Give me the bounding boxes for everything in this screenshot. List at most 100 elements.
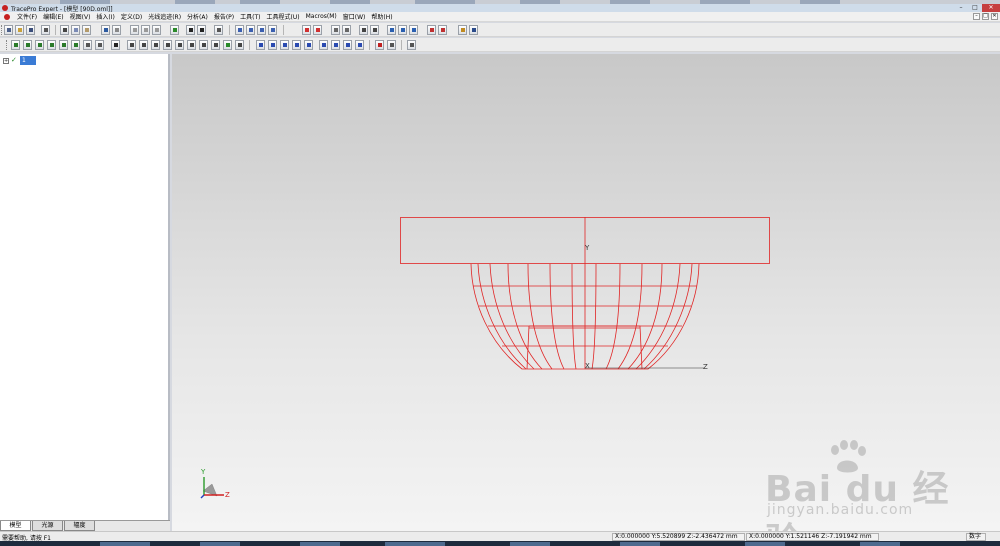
ray-histogram-icon[interactable] (370, 25, 379, 35)
menu-edit[interactable]: 编辑(E) (40, 12, 66, 21)
view-zx-icon[interactable] (151, 40, 160, 50)
menu-define[interactable]: 定义(D) (118, 12, 145, 21)
display-rays-icon[interactable] (256, 40, 265, 50)
bowl-meridian (527, 263, 553, 370)
display-sources-icon[interactable] (268, 40, 277, 50)
new-file-icon[interactable] (4, 25, 13, 35)
display-surfaces-icon[interactable] (280, 40, 289, 50)
tab-model[interactable]: 模型 (0, 521, 31, 531)
analysis-icon[interactable] (427, 25, 436, 35)
shaded-view-icon[interactable] (355, 40, 364, 50)
select-object-icon[interactable] (152, 25, 161, 35)
tree-root-node[interactable]: + ✓ 1 (3, 56, 36, 65)
mdi-close-button[interactable]: ✕ (991, 13, 998, 20)
layers-icon[interactable] (407, 40, 416, 50)
mdi-minimize-button[interactable]: – (973, 13, 980, 20)
render-icon[interactable] (223, 40, 232, 50)
rotate-icon[interactable] (83, 40, 92, 50)
view-yz-icon[interactable] (139, 40, 148, 50)
menu-macros[interactable]: Macros(M) (303, 13, 340, 20)
candela-plot-icon[interactable] (342, 25, 351, 35)
display-normals-icon[interactable] (292, 40, 301, 50)
properties-icon[interactable] (170, 25, 179, 35)
tree-expander[interactable]: + (3, 57, 9, 64)
menu-analysis[interactable]: 分析(A) (184, 12, 211, 21)
ray-sorting-icon[interactable] (359, 25, 368, 35)
pan-icon[interactable] (111, 40, 120, 50)
display-points-icon[interactable] (304, 40, 313, 50)
axis-triad: Y Z (200, 468, 230, 499)
menu-raytrace[interactable]: 光线追迹(R) (145, 12, 184, 21)
hint-icon[interactable] (458, 25, 467, 35)
triad-label-y: Y (200, 468, 206, 476)
select-icon[interactable] (130, 25, 139, 35)
document-icon[interactable] (4, 13, 10, 20)
irradiance-map-icon[interactable] (331, 25, 340, 35)
view-yx-icon[interactable] (187, 40, 196, 50)
notes-icon[interactable] (214, 25, 223, 35)
mdi-restore-button[interactable]: □ (982, 13, 989, 20)
solid-view-icon[interactable] (319, 40, 328, 50)
grid-source-icon[interactable] (398, 25, 407, 35)
check-model-icon[interactable] (375, 40, 384, 50)
window-tile-v-icon[interactable] (268, 25, 277, 35)
surface-source-icon[interactable] (409, 25, 418, 35)
menu-report[interactable]: 报告(P) (211, 12, 237, 21)
minimize-button[interactable]: – (954, 4, 968, 12)
view-normal-icon[interactable] (211, 40, 220, 50)
analysis-options-icon[interactable] (438, 25, 447, 35)
zoom-in-icon[interactable] (11, 40, 20, 50)
menu-insert[interactable]: 插入(I) (93, 12, 117, 21)
hidden-line-icon[interactable] (235, 40, 244, 50)
wireframe-view-icon[interactable] (331, 40, 340, 50)
view-xy-icon[interactable] (127, 40, 136, 50)
context-help-icon[interactable] (197, 25, 206, 35)
toolbar-grip[interactable] (1, 25, 3, 35)
tab-radiance[interactable]: 辐度 (64, 521, 95, 531)
paste-icon[interactable] (82, 25, 91, 35)
pointer-icon[interactable] (186, 25, 195, 35)
cut-icon[interactable] (60, 25, 69, 35)
zoom-window-icon[interactable] (35, 40, 44, 50)
save-icon[interactable] (26, 25, 35, 35)
undo-icon[interactable] (101, 25, 110, 35)
status-coord-1: X:0.000000 Y:5.520899 Z:-2.436472 mm (612, 533, 745, 541)
model-viewport[interactable]: Y X Z Y Z (172, 54, 1000, 531)
raytrace-icon[interactable] (302, 25, 311, 35)
maximize-button[interactable]: □ (968, 4, 982, 12)
lens-wireframe (400, 217, 770, 370)
print-icon[interactable] (41, 25, 50, 35)
menu-utilities[interactable]: 工具程式(U) (264, 12, 303, 21)
menu-file[interactable]: 文件(F) (14, 12, 40, 21)
open-file-icon[interactable] (15, 25, 24, 35)
view-xz-icon[interactable] (163, 40, 172, 50)
menu-tools[interactable]: 工具(T) (237, 12, 263, 21)
measure-icon[interactable] (387, 40, 396, 50)
raytrace-stop-icon[interactable] (313, 25, 322, 35)
menu-window[interactable]: 窗口(W) (340, 12, 369, 21)
menu-help[interactable]: 帮助(H) (368, 12, 395, 21)
window-cascade-icon[interactable] (246, 25, 255, 35)
zoom-all-icon[interactable] (47, 40, 56, 50)
copy-icon[interactable] (71, 25, 80, 35)
rotate-axis-icon[interactable] (95, 40, 104, 50)
silhouette-view-icon[interactable] (343, 40, 352, 50)
menu-view[interactable]: 视图(V) (67, 12, 94, 21)
toolbar-grip[interactable] (6, 40, 8, 50)
close-button[interactable]: ✕ (982, 4, 1000, 12)
os-taskbar (0, 541, 1000, 546)
zoom-selection-icon[interactable] (59, 40, 68, 50)
select-surface-icon[interactable] (141, 25, 150, 35)
tree-node-label[interactable]: 1 (20, 56, 36, 65)
redo-icon[interactable] (112, 25, 121, 35)
window-single-icon[interactable] (235, 25, 244, 35)
bowl-meridian (507, 263, 543, 370)
window-tile-h-icon[interactable] (257, 25, 266, 35)
tab-sources[interactable]: 光源 (32, 521, 63, 531)
source-icon[interactable] (387, 25, 396, 35)
zoom-previous-icon[interactable] (71, 40, 80, 50)
zoom-out-icon[interactable] (23, 40, 32, 50)
whats-this-icon[interactable] (469, 25, 478, 35)
view-iso-icon[interactable] (199, 40, 208, 50)
view-zy-icon[interactable] (175, 40, 184, 50)
